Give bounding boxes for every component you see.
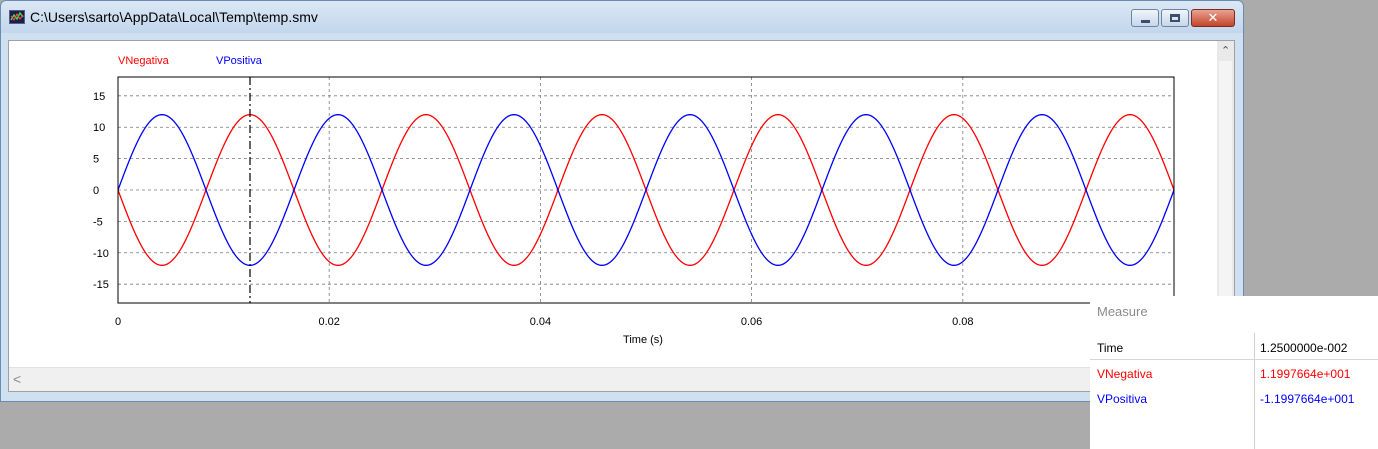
measure-value: 1.2500000e-002 [1260, 341, 1348, 355]
y-tick-label: -5 [93, 216, 103, 228]
legend-vpositiva: VPositiva [216, 55, 263, 67]
window-title: C:\Users\sarto\AppData\Local\Temp\temp.s… [30, 9, 318, 25]
waveform-chart[interactable]: 15 10 5 0 -5 -10 -15 0 0.02 0.04 0.06 0.08 VNegativ… [9, 41, 1219, 368]
x-tick-label: 0.04 [530, 316, 551, 328]
measure-row-time: Time 1.2500000e-002 [1090, 336, 1378, 360]
minimize-button[interactable] [1131, 9, 1159, 27]
title-bar[interactable]: C:\Users\sarto\AppData\Local\Temp\temp.s… [1, 1, 1243, 33]
x-axis-label: Time (s) [623, 334, 663, 346]
scroll-up-icon[interactable]: ⌃ [1221, 44, 1230, 57]
x-tick-label: 0.06 [741, 316, 762, 328]
measure-value: 1.1997664e+001 [1260, 367, 1351, 381]
caption-buttons: ✕ [1129, 9, 1235, 27]
measure-row-vpositiva: VPositiva -1.1997664e+001 [1090, 387, 1378, 411]
y-tick-label: 10 [93, 122, 105, 134]
measure-row-vnegativa: VNegativa 1.1997664e+001 [1090, 362, 1378, 386]
measure-title: Measure [1097, 304, 1148, 319]
measure-value: -1.1997664e+001 [1260, 392, 1355, 406]
measure-label: VPositiva [1097, 392, 1148, 406]
maximize-icon [1170, 14, 1180, 22]
measure-label: Time [1097, 341, 1124, 355]
y-tick-label: 0 [93, 185, 99, 197]
axis-layer: 15 10 5 0 -5 -10 -15 0 0.02 0.04 0.06 0.08 [93, 76, 1175, 328]
horizontal-scrollbar[interactable]: < [9, 367, 1219, 391]
measure-label: VNegativa [1097, 367, 1153, 381]
x-tick-label: 0.08 [952, 316, 973, 328]
x-tick-label: 0.02 [318, 316, 339, 328]
maximize-button[interactable] [1161, 9, 1189, 27]
simview-window: C:\Users\sarto\AppData\Local\Temp\temp.s… [0, 0, 1244, 402]
app-icon[interactable] [9, 10, 25, 24]
minimize-icon [1140, 19, 1150, 23]
scroll-left-icon[interactable]: < [13, 371, 21, 387]
y-tick-label: -15 [93, 279, 109, 291]
y-tick-label: 15 [93, 91, 105, 103]
close-icon: ✕ [1207, 10, 1219, 26]
close-button[interactable]: ✕ [1191, 9, 1235, 27]
x-tick-label: 0 [115, 316, 121, 328]
y-tick-label: 5 [93, 154, 99, 166]
measure-panel: Measure Time 1.2500000e-002 VNegativa 1.… [1090, 296, 1378, 449]
plot-area-client: 15 10 5 0 -5 -10 -15 0 0.02 0.04 0.06 0.08 VNegativ… [8, 40, 1235, 392]
legend-vnegativa: VNegativa [118, 55, 170, 67]
y-tick-label: -10 [93, 248, 109, 260]
